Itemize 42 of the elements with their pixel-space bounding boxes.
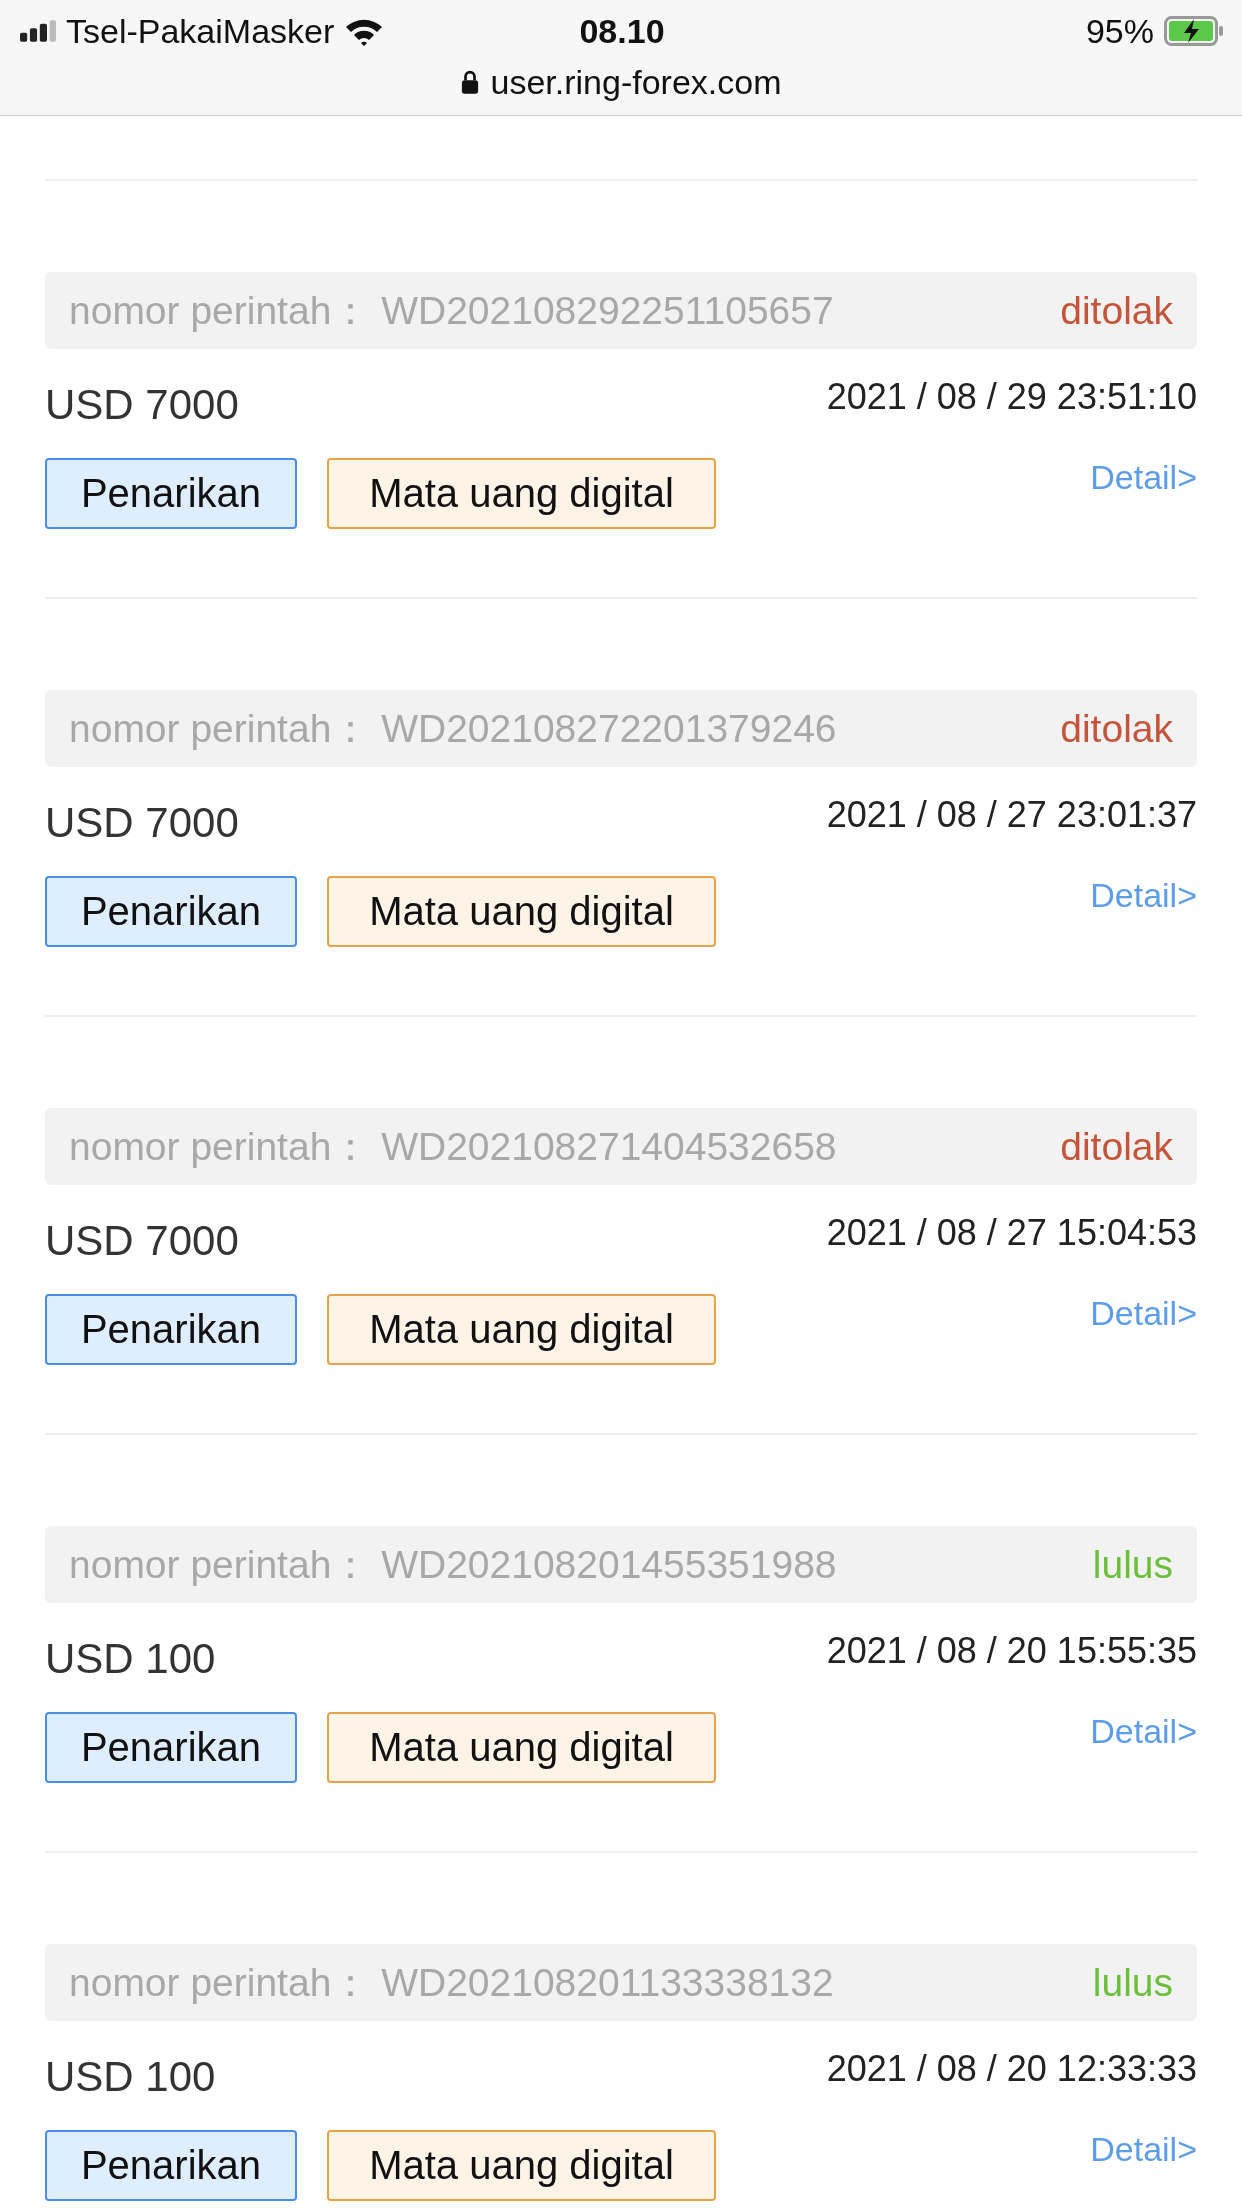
order-datetime: 2021 / 08 / 20 15:55:35 xyxy=(826,1630,1197,1672)
type-tag: Penarikan xyxy=(45,458,297,529)
method-tag: Mata uang digital xyxy=(327,2130,716,2201)
method-tag: Mata uang digital xyxy=(327,876,716,947)
order-number: nomor perintah： WD202108201455351988 xyxy=(69,1541,837,1588)
detail-link[interactable]: Detail> xyxy=(1090,876,1197,915)
carrier-name: Tsel-PakaiMasker xyxy=(66,11,335,51)
order-datetime: 2021 / 08 / 29 23:51:10 xyxy=(826,376,1197,418)
battery-percent: 95% xyxy=(1085,11,1154,51)
order-number: nomor perintah： WD202108272201379246 xyxy=(69,705,837,752)
battery-charging-icon xyxy=(1164,16,1224,46)
type-tag: Penarikan xyxy=(45,1712,297,1783)
order-number: nomor perintah： WD202108292251105657 xyxy=(69,287,834,334)
order-amount: USD 7000 xyxy=(45,799,239,847)
order-amount: USD 7000 xyxy=(45,1217,239,1265)
order-datetime: 2021 / 08 / 27 15:04:53 xyxy=(826,1212,1197,1254)
detail-link[interactable]: Detail> xyxy=(1090,458,1197,497)
type-tag: Penarikan xyxy=(45,1294,297,1365)
lock-icon xyxy=(460,70,479,94)
type-tag: Penarikan xyxy=(45,2130,297,2201)
order-datetime: 2021 / 08 / 27 23:01:37 xyxy=(826,794,1197,836)
method-tag: Mata uang digital xyxy=(327,1712,716,1783)
detail-link[interactable]: Detail> xyxy=(1090,2130,1197,2169)
order-status: lulus xyxy=(1092,1542,1173,1587)
order-status: lulus xyxy=(1092,1960,1173,2005)
order-amount: USD 7000 xyxy=(45,381,239,429)
page-url[interactable]: user.ring-forex.com xyxy=(490,62,782,102)
type-tag: Penarikan xyxy=(45,876,297,947)
detail-link[interactable]: Detail> xyxy=(1090,1712,1197,1751)
method-tag: Mata uang digital xyxy=(327,1294,716,1365)
order-amount: USD 100 xyxy=(45,2053,216,2101)
order-number: nomor perintah： WD202108271404532658 xyxy=(69,1123,837,1170)
method-tag: Mata uang digital xyxy=(327,458,716,529)
order-number: nomor perintah： WD202108201133338132 xyxy=(69,1959,834,2006)
clock-time: 08.10 xyxy=(579,11,665,51)
order-status: ditolak xyxy=(1060,288,1173,333)
signal-icon xyxy=(20,20,56,42)
order-status: ditolak xyxy=(1060,1124,1173,1169)
order-amount: USD 100 xyxy=(45,1635,216,1683)
detail-link[interactable]: Detail> xyxy=(1090,1294,1197,1333)
order-status: ditolak xyxy=(1060,706,1173,751)
order-datetime: 2021 / 08 / 20 12:33:33 xyxy=(826,2048,1197,2090)
